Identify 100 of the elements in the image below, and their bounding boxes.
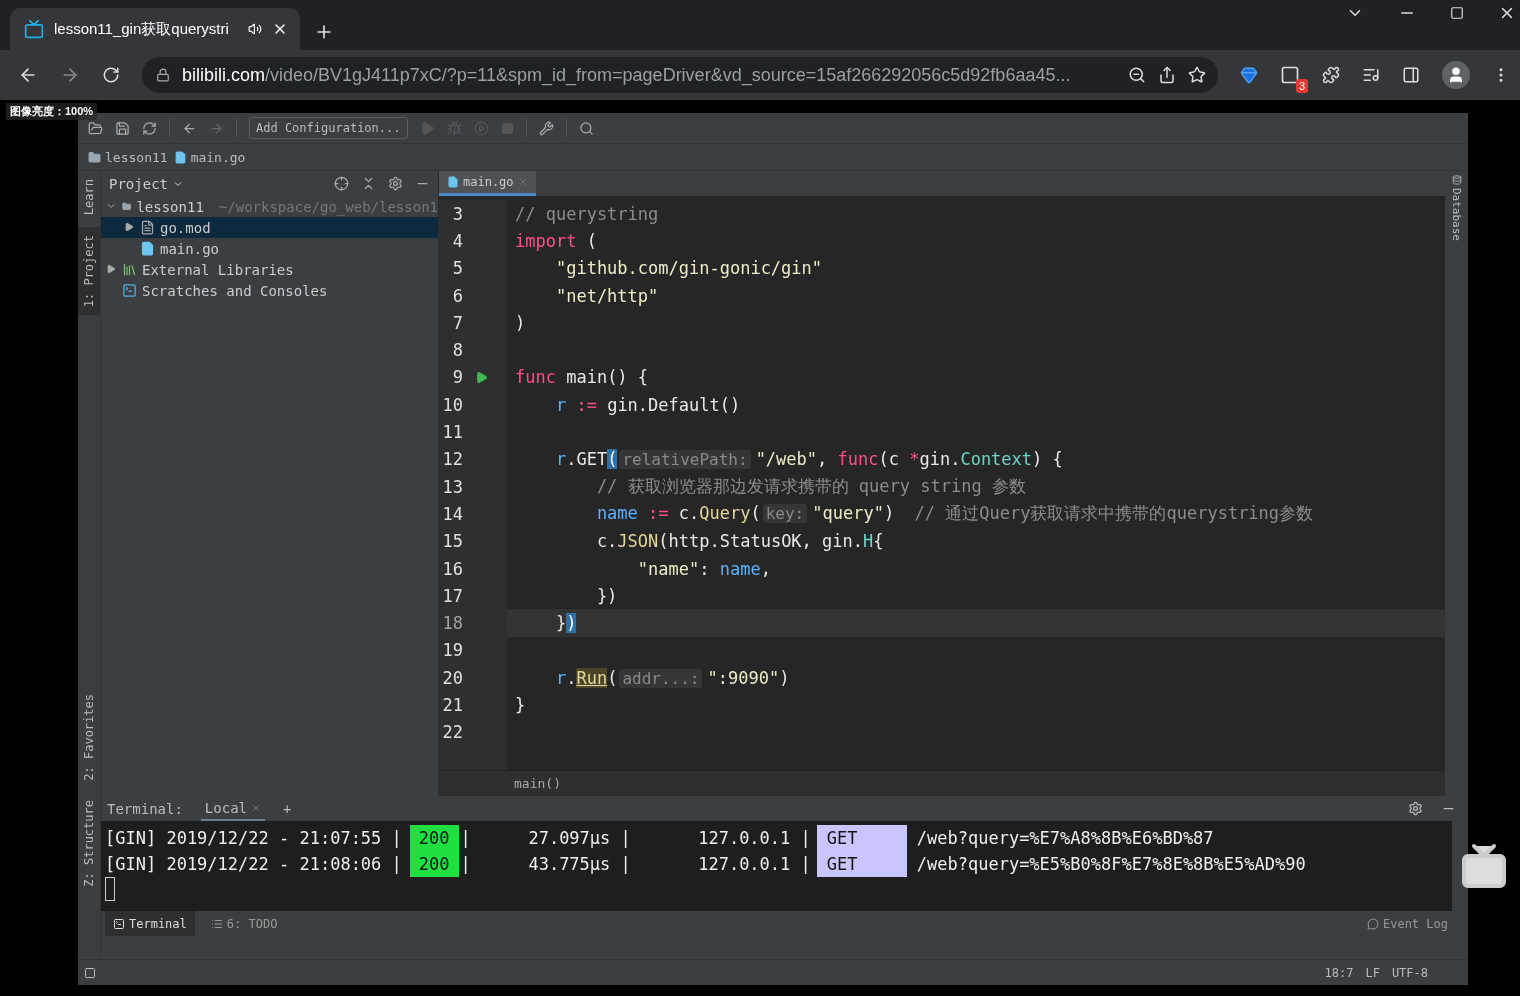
tree-item[interactable]: lesson11 ~/workspace/go_web/lesson1	[101, 196, 438, 217]
zoom-icon[interactable]	[1128, 66, 1146, 84]
back-icon[interactable]	[182, 120, 197, 136]
settings-icon[interactable]	[388, 176, 403, 191]
tool-window-tab[interactable]: 2: Favorites	[78, 685, 100, 789]
open-icon[interactable]	[88, 120, 103, 136]
code-line: r.Run( addr...: ":9090")	[554, 667, 790, 688]
run-icon[interactable]	[475, 370, 488, 384]
file-icon	[173, 150, 187, 164]
line-number: 12	[441, 449, 463, 470]
tool-window-tab[interactable]: Z: Structure	[78, 792, 100, 895]
code-breadcrumb[interactable]: main()	[514, 776, 561, 791]
file-icon	[447, 176, 459, 188]
terminal-cursor	[105, 877, 115, 901]
code-line: "name": name,	[636, 558, 771, 579]
status-item[interactable]: UTF-8	[1391, 965, 1428, 980]
editor-tab[interactable]: main.go	[439, 171, 536, 196]
layout-icon[interactable]	[84, 966, 96, 979]
database-icon[interactable]	[1451, 175, 1462, 185]
list-icon	[210, 917, 223, 930]
status-code: 200	[409, 825, 459, 851]
scratch-icon	[122, 283, 137, 298]
extension-badge: 3	[1295, 79, 1308, 93]
latency-text: 43.775µs |	[527, 854, 631, 874]
reload-icon[interactable]	[102, 66, 120, 84]
log-separator: |	[460, 828, 471, 848]
tool-tab[interactable]: 6: TODO	[202, 911, 286, 936]
profile-avatar[interactable]	[1442, 61, 1470, 89]
settings-icon[interactable]	[1408, 801, 1423, 816]
tree-item[interactable]: External Libraries	[101, 259, 438, 280]
speaker-icon[interactable]	[248, 22, 262, 36]
url-text: bilibili.com/video/BV1gJ411p7xC/?p=11&spm_id_from=pageDriver&vd_source=15af266292056c5d92fb6aa45...	[182, 64, 1072, 86]
tool-window-tab[interactable]: Learn	[78, 171, 100, 224]
status-item[interactable]: LF	[1365, 965, 1380, 980]
code-line: import (	[515, 230, 597, 251]
browser-tab[interactable]: lesson11_gin获取querystri	[10, 8, 300, 50]
breadcrumb-label[interactable]: main.go	[190, 149, 246, 165]
bookmark-star-icon[interactable]	[1188, 66, 1206, 84]
line-number: 9	[451, 367, 463, 388]
folder-icon	[88, 150, 101, 164]
sync-icon[interactable]	[142, 120, 157, 136]
address-bar[interactable]: bilibili.com/video/BV1gJ411p7xC/?p=11&spm_id_from=pageDriver&vd_source=15af266292056c5d92fb6aa45...	[142, 57, 1218, 93]
status-code: 200	[409, 851, 459, 877]
extension-icon[interactable]	[1280, 65, 1300, 85]
code-line: "github.com/gin-gonic/gin"	[554, 258, 823, 279]
media-icon[interactable]	[1362, 66, 1380, 84]
line-number: 22	[441, 722, 463, 743]
tool-tab[interactable]: Terminal	[105, 911, 195, 936]
maximize-icon[interactable]	[1450, 6, 1464, 20]
collapsed-arrow-icon[interactable]	[124, 221, 134, 234]
ip-text: 127.0.0.1 |	[697, 854, 811, 874]
code-line: r := gin.Default()	[554, 394, 741, 415]
log-separator: |	[460, 854, 471, 874]
side-panel-icon[interactable]	[1402, 66, 1420, 84]
code-line: c.JSON(http.StatusOK, gin.H{	[595, 531, 884, 552]
tree-item[interactable]: Scratches and Consoles	[101, 280, 438, 301]
line-number: 7	[451, 312, 463, 333]
status-item[interactable]: 18:7	[1324, 965, 1354, 980]
run-configuration-button[interactable]: Add Configuration...	[249, 117, 408, 139]
gem-icon[interactable]	[1240, 66, 1258, 84]
share-icon[interactable]	[1158, 66, 1176, 84]
request-path: /web?query=%E7%A8%8B%E6%BD%87	[916, 828, 1214, 848]
line-number: 4	[451, 230, 463, 251]
request-path: /web?query=%E5%B0%8F%E7%8E%8B%E5%AD%90	[916, 854, 1306, 874]
locate-icon[interactable]	[334, 176, 349, 191]
extensions-icon[interactable]	[1322, 66, 1340, 84]
save-icon[interactable]	[115, 120, 130, 136]
event-log-tab[interactable]: Event Log	[1358, 911, 1456, 936]
line-number: 14	[441, 503, 463, 524]
tool-window-tab[interactable]: Database	[1450, 188, 1463, 241]
add-tab-button[interactable]: +	[283, 800, 292, 817]
breadcrumb-label[interactable]: lesson11	[105, 149, 168, 165]
line-number: 21	[441, 695, 463, 715]
project-dropdown[interactable]: Project	[109, 175, 168, 192]
collapsed-arrow-icon[interactable]	[106, 263, 116, 276]
line-number: 5	[451, 258, 463, 279]
latency-text: 27.097µs |	[527, 828, 631, 848]
file-icon	[140, 220, 155, 235]
line-number: 6	[451, 285, 463, 306]
tab-title: lesson11_gin获取querystri	[54, 19, 230, 39]
search-icon[interactable]	[578, 120, 594, 136]
code-line: r.GET( relativePath: "/web", func(c *gin.Context) {	[554, 449, 1063, 470]
folder-path: ~/workspace/go_web/lesson1	[218, 198, 438, 215]
tool-window-tab[interactable]: 1: Project	[78, 227, 100, 316]
code-line: )	[515, 312, 526, 333]
ip-text: 127.0.0.1 |	[697, 828, 811, 848]
code-line: // 获取浏览器那边发请求携带的 query string 参数	[595, 475, 1026, 499]
line-number: 11	[441, 422, 463, 442]
log-text: [GIN] 2019/12/22 - 21:07:55 |	[105, 828, 402, 848]
line-number: 13	[441, 476, 463, 497]
code-line: })	[554, 613, 577, 634]
code-line: name := c.Query( key: "query") // 通过Query获取请求中携带的querystring参数	[595, 502, 1314, 526]
code-line: }	[515, 695, 526, 715]
wrench-icon[interactable]	[538, 120, 554, 136]
line-number: 16	[441, 558, 463, 579]
code-line: func main() {	[515, 367, 649, 388]
brightness-label: 图像亮度：100%	[6, 103, 98, 120]
tree-item[interactable]: go.mod	[101, 217, 438, 238]
tree-item[interactable]: main.go	[101, 238, 438, 259]
code-line: // querystring	[515, 203, 659, 224]
